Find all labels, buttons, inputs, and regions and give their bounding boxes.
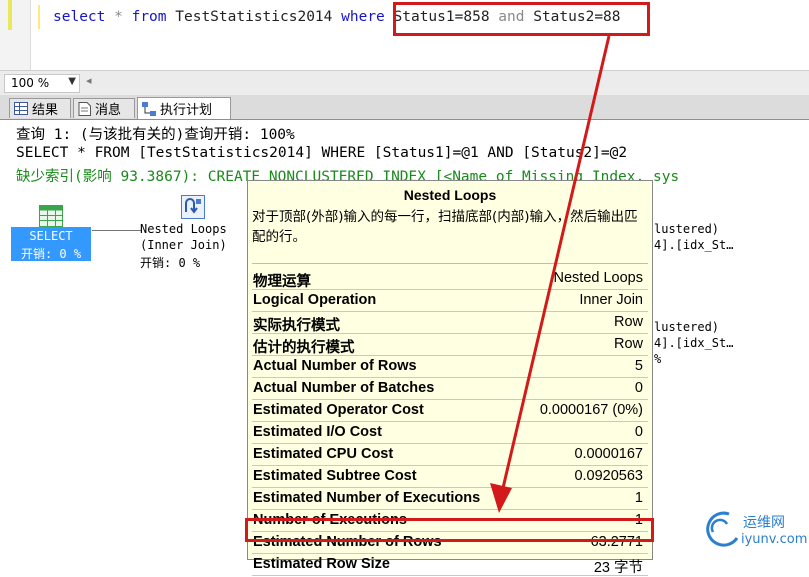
watermark: 运维网 iyunv.com xyxy=(703,508,809,553)
watermark-domain: iyunv.com xyxy=(741,532,808,547)
arrow-head xyxy=(490,483,512,513)
tooltip-property-row: Estimated Row Size 23 字节 xyxy=(252,554,648,576)
property-value: 23 字节 xyxy=(593,560,643,576)
arrow-shaft xyxy=(501,35,611,489)
site-logo-icon xyxy=(706,511,739,547)
property-name: Estimated Row Size xyxy=(253,556,390,572)
annotation-arrow xyxy=(490,35,611,513)
watermark-site-name: 运维网 xyxy=(743,515,785,531)
